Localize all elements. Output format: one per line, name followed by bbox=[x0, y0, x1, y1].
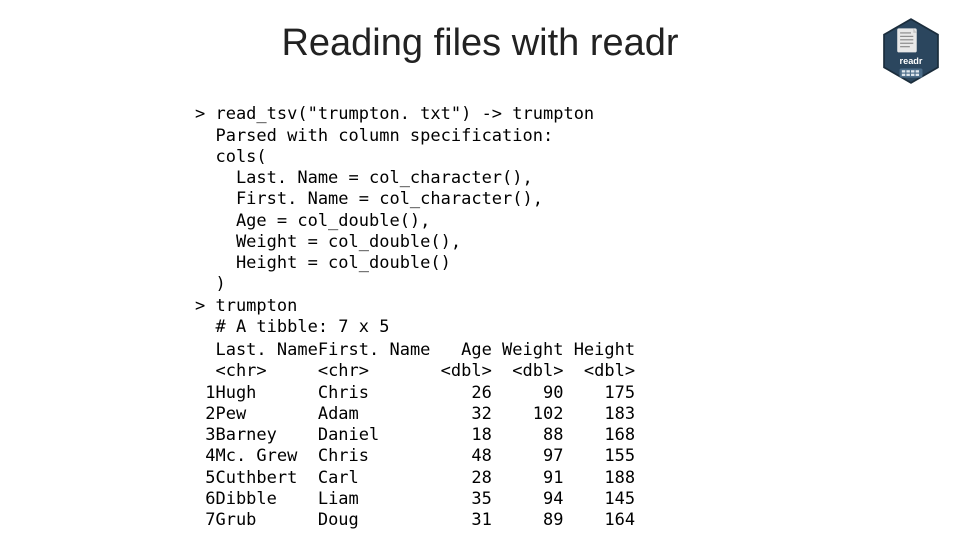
header-age: Age bbox=[430, 340, 491, 361]
console-line: Height = col_double() bbox=[215, 253, 450, 273]
cell-weight: 90 bbox=[492, 383, 564, 404]
cell-height: 155 bbox=[563, 446, 635, 467]
table-row: 5 Cuthbert Carl 28 91 188 bbox=[195, 468, 635, 489]
cell-age: 35 bbox=[430, 489, 491, 510]
console-line: cols( bbox=[215, 147, 266, 167]
cell-idx: 7 bbox=[195, 510, 215, 531]
cell-first: Daniel bbox=[318, 425, 431, 446]
cell-last: Pew bbox=[215, 404, 317, 425]
cell-height: 164 bbox=[563, 510, 635, 531]
type-idx bbox=[195, 361, 215, 382]
cell-last: Hugh bbox=[215, 383, 317, 404]
console-line: ) bbox=[215, 274, 225, 294]
console-line: # A tibble: 7 x 5 bbox=[215, 317, 389, 337]
table-header-row: Last. Name First. Name Age Weight Height bbox=[195, 340, 635, 361]
table-row: 1 Hugh Chris 26 90 175 bbox=[195, 383, 635, 404]
cell-height: 168 bbox=[563, 425, 635, 446]
cell-first: Chris bbox=[318, 383, 431, 404]
table-row: 6 Dibble Liam 35 94 145 bbox=[195, 489, 635, 510]
table-row: 7 Grub Doug 31 89 164 bbox=[195, 510, 635, 531]
cell-age: 31 bbox=[430, 510, 491, 531]
cell-first: Carl bbox=[318, 468, 431, 489]
type-first: <chr> bbox=[318, 361, 431, 382]
cell-idx: 1 bbox=[195, 383, 215, 404]
cell-idx: 5 bbox=[195, 468, 215, 489]
header-first: First. Name bbox=[318, 340, 431, 361]
cell-weight: 88 bbox=[492, 425, 564, 446]
cell-weight: 94 bbox=[492, 489, 564, 510]
console-line: Age = col_double(), bbox=[215, 211, 430, 231]
type-age: <dbl> bbox=[430, 361, 491, 382]
header-weight: Weight bbox=[492, 340, 564, 361]
cell-last: Barney bbox=[215, 425, 317, 446]
cell-last: Grub bbox=[215, 510, 317, 531]
table-row: 4 Mc. Grew Chris 48 97 155 bbox=[195, 446, 635, 467]
cell-first: Adam bbox=[318, 404, 431, 425]
cell-weight: 97 bbox=[492, 446, 564, 467]
cell-weight: 89 bbox=[492, 510, 564, 531]
console-line: First. Name = col_character(), bbox=[215, 189, 543, 209]
console-line: > trumpton bbox=[195, 296, 297, 316]
console-line: Parsed with column specification: bbox=[215, 126, 553, 146]
page-title: Reading files with readr bbox=[0, 0, 960, 65]
cell-idx: 6 bbox=[195, 489, 215, 510]
cell-height: 175 bbox=[563, 383, 635, 404]
cell-first: Chris bbox=[318, 446, 431, 467]
type-weight: <dbl> bbox=[492, 361, 564, 382]
cell-last: Dibble bbox=[215, 489, 317, 510]
cell-age: 26 bbox=[430, 383, 491, 404]
table-types-row: <chr> <chr> <dbl> <dbl> <dbl> bbox=[195, 361, 635, 382]
cell-age: 28 bbox=[430, 468, 491, 489]
badge-label: readr bbox=[900, 56, 923, 66]
table-row: 2 Pew Adam 32 102 183 bbox=[195, 404, 635, 425]
header-height: Height bbox=[563, 340, 635, 361]
console-line: > read_tsv("trumpton. txt") -> trumpton bbox=[195, 104, 594, 124]
type-last: <chr> bbox=[215, 361, 317, 382]
console-line: Weight = col_double(), bbox=[215, 232, 461, 252]
console-line: Last. Name = col_character(), bbox=[215, 168, 532, 188]
cell-last: Cuthbert bbox=[215, 468, 317, 489]
table-row: 3 Barney Daniel 18 88 168 bbox=[195, 425, 635, 446]
tibble-table: Last. Name First. Name Age Weight Height… bbox=[195, 340, 960, 531]
cell-age: 18 bbox=[430, 425, 491, 446]
cell-weight: 91 bbox=[492, 468, 564, 489]
cell-height: 183 bbox=[563, 404, 635, 425]
header-idx bbox=[195, 340, 215, 361]
r-console-output: > read_tsv("trumpton. txt") -> trumpton … bbox=[195, 83, 960, 338]
cell-age: 48 bbox=[430, 446, 491, 467]
readr-hex-badge: readr bbox=[882, 18, 940, 84]
cell-idx: 4 bbox=[195, 446, 215, 467]
cell-first: Liam bbox=[318, 489, 431, 510]
cell-weight: 102 bbox=[492, 404, 564, 425]
cell-last: Mc. Grew bbox=[215, 446, 317, 467]
cell-first: Doug bbox=[318, 510, 431, 531]
cell-idx: 3 bbox=[195, 425, 215, 446]
cell-idx: 2 bbox=[195, 404, 215, 425]
cell-age: 32 bbox=[430, 404, 491, 425]
header-last: Last. Name bbox=[215, 340, 317, 361]
cell-height: 145 bbox=[563, 489, 635, 510]
cell-height: 188 bbox=[563, 468, 635, 489]
type-height: <dbl> bbox=[563, 361, 635, 382]
